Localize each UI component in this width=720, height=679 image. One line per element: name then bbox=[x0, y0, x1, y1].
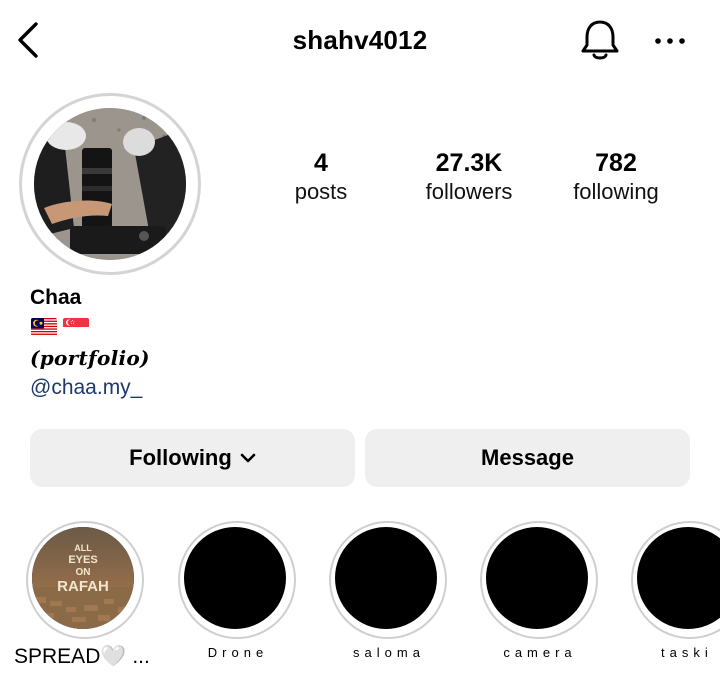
highlight-cover bbox=[335, 527, 437, 629]
bell-icon[interactable] bbox=[578, 17, 622, 63]
profile-display-name: Chaa bbox=[30, 286, 82, 309]
highlight-spread[interactable]: ALL EYES ON RAFAH SPREAD🤍 ... bbox=[14, 521, 150, 679]
followers-label: followers bbox=[425, 179, 513, 204]
message-button[interactable]: Message bbox=[365, 429, 690, 487]
profile-photo-camera-image bbox=[34, 108, 186, 260]
chevron-down-icon bbox=[240, 453, 256, 463]
more-options-icon[interactable] bbox=[650, 28, 690, 54]
svg-text:RAFAH: RAFAH bbox=[57, 578, 109, 595]
highlight-cover bbox=[184, 527, 286, 629]
singapore-flag-icon bbox=[63, 318, 89, 336]
highlight-saloma[interactable]: saloma bbox=[329, 521, 449, 679]
posts-stat[interactable]: 4 posts bbox=[290, 148, 352, 206]
all-eyes-on-rafah-cover-image: ALL EYES ON RAFAH bbox=[32, 527, 134, 629]
posts-label: posts bbox=[294, 179, 348, 204]
highlight-caption: SPREAD🤍 ... bbox=[14, 645, 150, 668]
svg-text:ON: ON bbox=[76, 567, 91, 578]
following-button-label: Following bbox=[129, 445, 232, 470]
highlight-drone[interactable]: Drone bbox=[178, 521, 298, 679]
posts-count: 4 bbox=[314, 149, 328, 177]
profile-mention-link[interactable]: @chaa.my_ bbox=[30, 376, 142, 400]
following-stat[interactable]: 782 following bbox=[566, 148, 666, 206]
highlight-caption: Drone bbox=[207, 645, 269, 660]
svg-text:EYES: EYES bbox=[68, 554, 97, 566]
highlight-camera[interactable]: camera bbox=[480, 521, 600, 679]
following-label: following bbox=[573, 179, 659, 204]
profile-avatar[interactable] bbox=[19, 93, 201, 275]
highlight-caption: saloma bbox=[353, 645, 425, 660]
highlight-cover bbox=[486, 527, 588, 629]
highlight-caption: camera bbox=[503, 645, 577, 660]
highlight-caption: taski bbox=[661, 645, 713, 660]
followers-count: 27.3K bbox=[435, 149, 503, 177]
following-count: 782 bbox=[595, 149, 637, 177]
following-button[interactable]: Following bbox=[30, 429, 355, 487]
malaysia-flag-icon bbox=[31, 318, 57, 336]
highlight-taski[interactable]: taski bbox=[631, 521, 720, 679]
bio-flags bbox=[31, 318, 89, 336]
profile-bio-text: (portfolio) bbox=[30, 346, 150, 370]
cover-text-all: ALL bbox=[74, 543, 92, 553]
followers-stat[interactable]: 27.3K followers bbox=[416, 148, 522, 206]
message-button-label: Message bbox=[481, 445, 574, 470]
